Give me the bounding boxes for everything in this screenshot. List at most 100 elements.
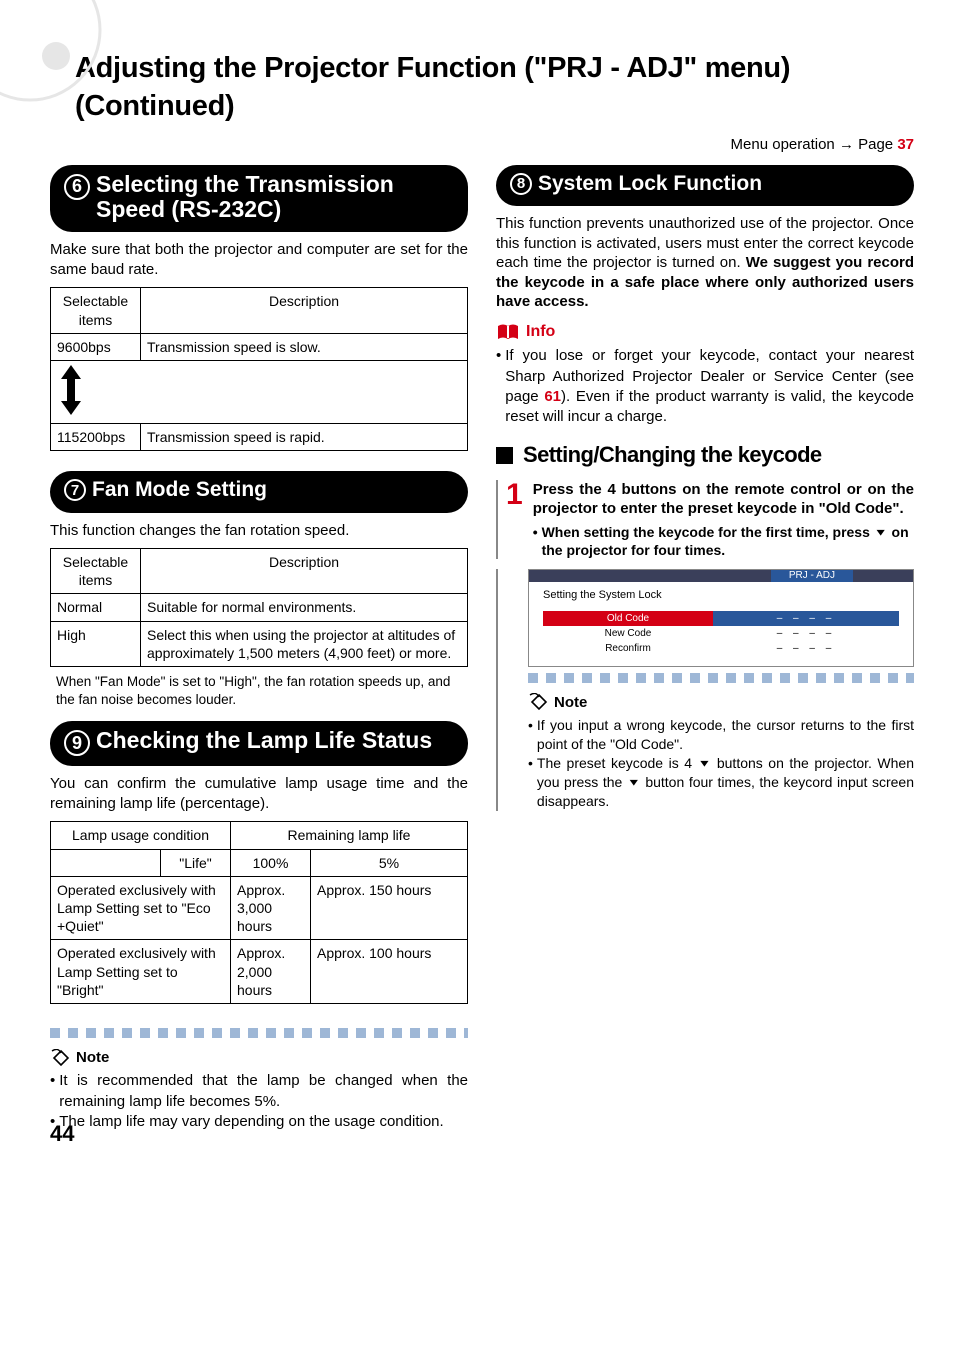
table-row: "Life"100%5% bbox=[51, 849, 468, 876]
section-6-intro: Make sure that both the projector and co… bbox=[50, 240, 468, 279]
left-column: 6 Selecting the Transmission Speed (RS-2… bbox=[50, 165, 468, 1142]
info-list: •If you lose or forget your keycode, con… bbox=[496, 346, 914, 427]
section-7-number: 7 bbox=[64, 479, 86, 501]
lamp-life-table: Lamp usage conditionRemaining lamp life … bbox=[50, 821, 468, 1004]
osd-title: Setting the System Lock bbox=[543, 588, 899, 602]
right-column: 8 System Lock Function This function pre… bbox=[496, 165, 914, 1142]
section-9-intro: You can confirm the cumulative lamp usag… bbox=[50, 774, 468, 813]
arrow-icon: → bbox=[839, 136, 858, 153]
note-header-r: Note bbox=[528, 693, 914, 713]
section-9-title: Checking the Lamp Life Status bbox=[96, 728, 432, 753]
osd-row-old: Old Code– – – – bbox=[543, 611, 899, 626]
osd-rec-label: Reconfirm bbox=[543, 641, 713, 656]
table-row: 9600bpsTransmission speed is slow. bbox=[51, 333, 468, 360]
down-triangle-icon: ▼ bbox=[698, 758, 712, 768]
rs232c-r1c1: 9600bps bbox=[51, 333, 141, 360]
page-number: 44 bbox=[50, 1120, 74, 1149]
step-1-number: 1 bbox=[506, 480, 523, 559]
keycode-note-1: If you input a wrong keycode, the cursor… bbox=[537, 716, 914, 754]
fan-r1c2: Suitable for normal environments. bbox=[141, 594, 468, 621]
list-item: •The lamp life may vary depending on the… bbox=[50, 1112, 468, 1132]
menu-operation-ref: Menu operation → Page 37 bbox=[50, 135, 914, 155]
section-6-title: Selecting the Transmission Speed (RS-232… bbox=[96, 172, 454, 223]
info-label: Info bbox=[526, 322, 555, 343]
lamp-sub3: 5% bbox=[311, 849, 468, 876]
osd-row-reconfirm: Reconfirm – – – – bbox=[543, 641, 899, 656]
list-item: •If you lose or forget your keycode, con… bbox=[496, 346, 914, 427]
section-6-header: 6 Selecting the Transmission Speed (RS-2… bbox=[50, 165, 468, 233]
rs232c-table: Selectable itemsDescription 9600bpsTrans… bbox=[50, 287, 468, 451]
book-icon bbox=[496, 323, 520, 341]
section-6-number: 6 bbox=[64, 174, 90, 200]
rs232c-h1: Selectable items bbox=[51, 288, 141, 333]
fan-r2c1: High bbox=[51, 621, 141, 666]
osd-row-new: New Code– – – – bbox=[543, 626, 899, 641]
step-1: 1 Press the 4 buttons on the remote cont… bbox=[496, 480, 914, 559]
osd-screenshot: PRJ - ADJ Setting the System Lock Old Co… bbox=[528, 569, 914, 666]
lamp-sub1: "Life" bbox=[161, 849, 231, 876]
table-row: 115200bpsTransmission speed is rapid. bbox=[51, 424, 468, 451]
table-row: Operated exclusively with Lamp Setting s… bbox=[51, 940, 468, 1004]
section-7-title: Fan Mode Setting bbox=[92, 478, 267, 502]
down-triangle-icon: ▼ bbox=[627, 777, 641, 787]
lamp-h1: Lamp usage condition bbox=[51, 822, 231, 849]
note-icon bbox=[528, 693, 550, 711]
table-row: HighSelect this when using the projector… bbox=[51, 621, 468, 666]
lamp-r1c3: Approx. 150 hours bbox=[311, 876, 468, 940]
square-bullet-icon bbox=[496, 447, 513, 464]
list-item: •It is recommended that the lamp be chan… bbox=[50, 1071, 468, 1112]
table-row: Selectable itemsDescription bbox=[51, 288, 468, 333]
rs232c-h2: Description bbox=[141, 288, 468, 333]
step-1-text: Press the 4 buttons on the remote contro… bbox=[533, 480, 914, 519]
lamp-note-2: The lamp life may vary depending on the … bbox=[59, 1112, 443, 1132]
osd-tab-prj: PRJ - ADJ bbox=[771, 570, 853, 582]
table-row: NormalSuitable for normal environments. bbox=[51, 594, 468, 621]
osd-tabbar: PRJ - ADJ bbox=[529, 570, 913, 582]
note-header: Note bbox=[50, 1048, 468, 1068]
note-label-r: Note bbox=[554, 693, 587, 713]
section-9-number: 9 bbox=[64, 730, 90, 756]
rs232c-r2c2: Transmission speed is rapid. bbox=[141, 424, 468, 451]
section-9-header: 9 Checking the Lamp Life Status bbox=[50, 721, 468, 766]
note-icon bbox=[50, 1049, 72, 1067]
rs232c-r2c1: 115200bps bbox=[51, 424, 141, 451]
fan-r1c1: Normal bbox=[51, 594, 141, 621]
lamp-r1c2: Approx. 3,000 hours bbox=[231, 876, 311, 940]
fan-mode-note: When "Fan Mode" is set to "High", the fa… bbox=[56, 673, 462, 709]
info-page-link[interactable]: 61 bbox=[544, 388, 561, 405]
info-text: If you lose or forget your keycode, cont… bbox=[505, 346, 914, 427]
note-separator bbox=[50, 1028, 468, 1038]
info-header: Info bbox=[496, 322, 914, 343]
menu-op-page-word: Page bbox=[858, 136, 897, 153]
keycode-notes: •If you input a wrong keycode, the curso… bbox=[528, 716, 914, 810]
down-triangle-icon: ▼ bbox=[874, 527, 888, 537]
subheading: Setting/Changing the keycode bbox=[496, 441, 914, 470]
osd-rec-value: – – – – bbox=[777, 643, 836, 654]
fan-h2: Description bbox=[141, 549, 468, 594]
note-label: Note bbox=[76, 1048, 109, 1068]
section-8-title: System Lock Function bbox=[538, 172, 762, 196]
section-8-number: 8 bbox=[510, 173, 532, 195]
section-7-intro: This function changes the fan rotation s… bbox=[50, 521, 468, 541]
menu-op-page-link[interactable]: 37 bbox=[897, 136, 914, 153]
lamp-r2c1: Operated exclusively with Lamp Setting s… bbox=[51, 940, 231, 1004]
section-8-header: 8 System Lock Function bbox=[496, 165, 914, 206]
note-separator bbox=[528, 673, 914, 683]
lamp-h2: Remaining lamp life bbox=[231, 822, 468, 849]
keycode-note-2: The preset keycode is 4 ▼ buttons on the… bbox=[537, 754, 914, 811]
lamp-r1c1: Operated exclusively with Lamp Setting s… bbox=[51, 876, 231, 940]
step-1-sub: •When setting the keycode for the first … bbox=[533, 523, 914, 559]
subheading-text: Setting/Changing the keycode bbox=[523, 441, 822, 470]
list-item: •The preset keycode is 4 ▼ buttons on th… bbox=[528, 754, 914, 811]
lamp-r2c3: Approx. 100 hours bbox=[311, 940, 468, 1004]
table-row bbox=[51, 361, 468, 424]
table-row: Operated exclusively with Lamp Setting s… bbox=[51, 876, 468, 940]
rs232c-r1c2: Transmission speed is slow. bbox=[141, 333, 468, 360]
lamp-sub2: 100% bbox=[231, 849, 311, 876]
section-8-intro: This function prevents unauthorized use … bbox=[496, 214, 914, 312]
list-item: •If you input a wrong keycode, the curso… bbox=[528, 716, 914, 754]
osd-new-value: – – – – bbox=[777, 628, 836, 639]
page-title: Adjusting the Projector Function ("PRJ -… bbox=[75, 50, 914, 125]
osd-old-value: – – – – bbox=[777, 613, 836, 624]
lamp-notes: •It is recommended that the lamp be chan… bbox=[50, 1071, 468, 1132]
